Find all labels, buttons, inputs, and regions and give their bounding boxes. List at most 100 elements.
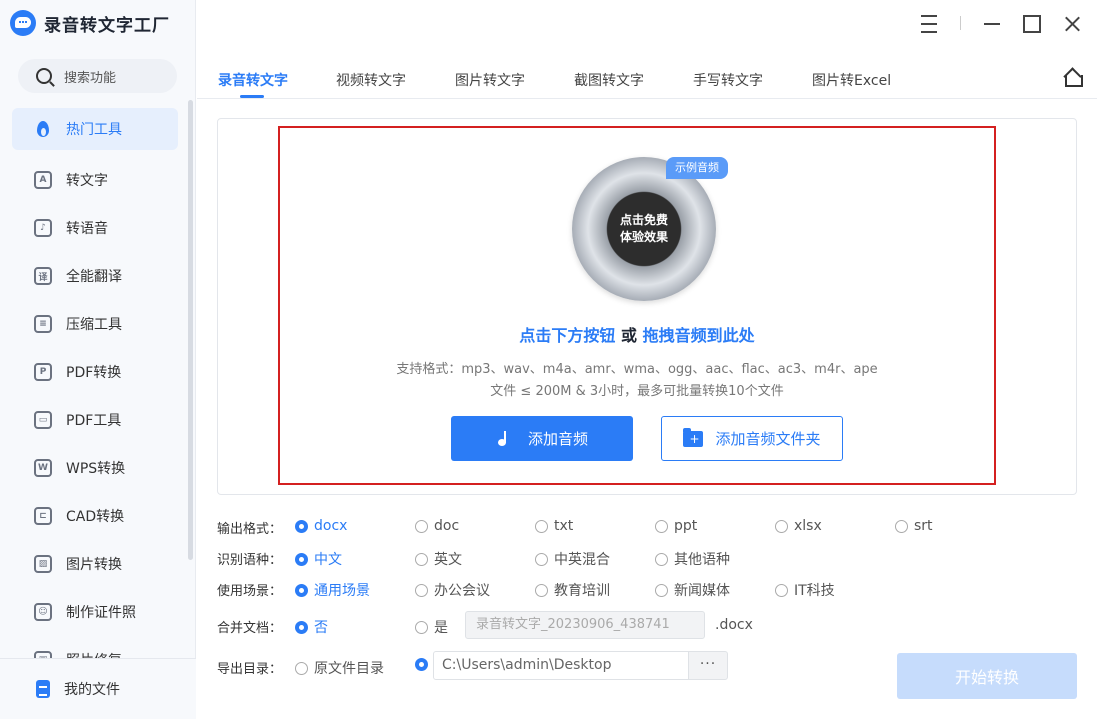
start-convert-button[interactable]: 开始转换: [897, 653, 1077, 699]
radio-lang-mixed[interactable]: 中英混合: [535, 549, 610, 569]
tab-screenshot-to-text[interactable]: 截图转文字: [574, 70, 644, 90]
radio-label: 新闻媒体: [674, 583, 730, 599]
search-box[interactable]: 搜索功能: [18, 59, 177, 93]
sample-audio-badge[interactable]: 示例音频: [666, 157, 728, 179]
tab-video-to-text[interactable]: 视频转文字: [336, 70, 406, 90]
tab-handwriting-to-text[interactable]: 手写转文字: [693, 70, 763, 90]
radio-format-xlsx[interactable]: xlsx: [775, 518, 822, 534]
radio-label: 其他语种: [674, 552, 730, 568]
radio-label: docx: [314, 518, 348, 534]
sidebar-item-label: 图片转换: [66, 557, 122, 573]
sidebar-scrollbar[interactable]: [188, 100, 193, 560]
radio-merge-no[interactable]: 否: [295, 617, 328, 637]
sidebar-item-label: 压缩工具: [66, 317, 122, 333]
radio-format-srt[interactable]: srt: [895, 518, 933, 534]
radio-dot: [775, 583, 788, 597]
radio-format-doc[interactable]: doc: [415, 518, 459, 534]
tab-bar: 录音转文字 视频转文字 图片转文字 截图转文字 手写转文字 图片转Excel: [197, 60, 1097, 99]
sidebar-item-compress[interactable]: ≡ 压缩工具: [12, 300, 178, 348]
file-limits: 文件 ≤ 200M & 3小时，最多可批量转换10个文件: [490, 384, 784, 399]
radio-lang-english[interactable]: 英文: [415, 549, 462, 569]
radio-dot: [655, 519, 668, 533]
minimize-icon[interactable]: [978, 10, 1006, 38]
drop-instruction-drag: 拖拽音频到此处: [642, 326, 755, 345]
sidebar-item-id-photo[interactable]: ☺ 制作证件照: [12, 588, 178, 636]
sidebar-item-image-convert[interactable]: ▨ 图片转换: [12, 540, 178, 588]
sidebar-item-label: PDF工具: [66, 413, 122, 429]
merge-filename-input[interactable]: 录音转文字_20230906_438741: [465, 611, 705, 639]
sidebar-item-pdf-convert[interactable]: P PDF转换: [12, 348, 178, 396]
radio-dot: [295, 620, 308, 634]
tab-image-to-excel[interactable]: 图片转Excel: [812, 70, 891, 90]
radio-lang-chinese[interactable]: 中文: [295, 549, 342, 569]
maximize-icon[interactable]: [1018, 10, 1046, 38]
supported-formats: 支持格式：mp3、wav、m4a、amr、wma、ogg、aac、flac、ac…: [396, 362, 878, 377]
sidebar-item-to-text[interactable]: A 转文字: [12, 156, 178, 204]
radio-scene-news[interactable]: 新闻媒体: [655, 580, 730, 600]
radio-scene-it[interactable]: IT科技: [775, 580, 835, 600]
radio-format-ppt[interactable]: ppt: [655, 518, 697, 534]
sidebar-item-label: WPS转换: [66, 461, 126, 477]
radio-format-docx[interactable]: docx: [295, 518, 347, 534]
window-controls-divider: [960, 16, 961, 30]
radio-lang-other[interactable]: 其他语种: [655, 549, 730, 569]
radio-scene-education[interactable]: 教育培训: [535, 580, 610, 600]
radio-label: 通用场景: [314, 583, 370, 599]
radio-dot: [295, 519, 308, 533]
sidebar-item-wps[interactable]: W WPS转换: [12, 444, 178, 492]
compress-icon: ≡: [34, 315, 52, 333]
radio-label: doc: [434, 518, 460, 534]
radio-merge-yes[interactable]: 是: [415, 617, 448, 637]
radio-dot: [415, 583, 428, 597]
language-label: 识别语种：: [217, 553, 283, 568]
radio-dot: [295, 583, 308, 597]
drop-instruction: 点击下方按钮 或 拖拽音频到此处: [278, 322, 996, 346]
radio-export-source-dir[interactable]: 原文件目录: [295, 658, 384, 678]
radio-dot: [415, 620, 428, 634]
output-format-label: 输出格式：: [217, 522, 283, 537]
export-path-input[interactable]: C:\Users\admin\Desktop: [433, 651, 689, 680]
scene-label: 使用场景：: [217, 584, 283, 599]
close-icon[interactable]: [1058, 10, 1086, 38]
tab-image-to-text[interactable]: 图片转文字: [455, 70, 525, 90]
sidebar: 录音转文字工厂 搜索功能 热门工具 A 转文字 ♪ 转语音 译 全能翻译 ≡ 压…: [0, 0, 196, 719]
wps-icon: W: [34, 459, 52, 477]
radio-label: 教育培训: [554, 583, 610, 599]
radio-label: 中英混合: [554, 552, 610, 568]
home-icon[interactable]: [1063, 68, 1083, 87]
sidebar-item-hot-tools[interactable]: 热门工具: [12, 108, 178, 150]
sidebar-item-translate[interactable]: 译 全能翻译: [12, 252, 178, 300]
radio-label: 否: [314, 620, 328, 636]
app-name: 录音转文字工厂: [44, 15, 170, 36]
radio-dot: [415, 552, 428, 566]
radio-export-custom-dir[interactable]: [415, 658, 428, 671]
file-icon: [36, 680, 50, 698]
radio-label: 原文件目录: [314, 661, 384, 677]
radio-dot: [655, 552, 668, 566]
cad-icon: ⊏: [34, 507, 52, 525]
add-audio-folder-button[interactable]: 添加音频文件夹: [661, 416, 843, 461]
menu-icon[interactable]: [915, 10, 943, 38]
app-logo-icon: [10, 10, 36, 36]
radio-label: txt: [554, 518, 574, 534]
disc-caption[interactable]: 点击免费 体验效果: [598, 212, 690, 246]
sidebar-item-to-voice[interactable]: ♪ 转语音: [12, 204, 178, 252]
music-note-icon: [496, 429, 516, 449]
radio-dot: [655, 583, 668, 597]
tab-audio-to-text[interactable]: 录音转文字: [218, 70, 288, 90]
merge-file-suffix: .docx: [715, 617, 753, 633]
sidebar-item-my-files[interactable]: 我的文件: [0, 658, 196, 719]
radio-label: IT科技: [794, 583, 835, 599]
radio-scene-meeting[interactable]: 办公会议: [415, 580, 490, 600]
drop-instruction-click: 点击下方按钮: [519, 326, 616, 345]
export-dir-label: 导出目录：: [217, 662, 283, 677]
text-convert-icon: A: [34, 171, 52, 189]
radio-scene-general[interactable]: 通用场景: [295, 580, 370, 600]
radio-format-txt[interactable]: txt: [535, 518, 573, 534]
sidebar-item-cad[interactable]: ⊏ CAD转换: [12, 492, 178, 540]
radio-label: 中文: [314, 552, 342, 568]
sidebar-item-pdf-tools[interactable]: ▭ PDF工具: [12, 396, 178, 444]
browse-folder-button[interactable]: ···: [688, 651, 728, 680]
radio-dot: [415, 519, 428, 533]
add-audio-button[interactable]: 添加音频: [451, 416, 633, 461]
